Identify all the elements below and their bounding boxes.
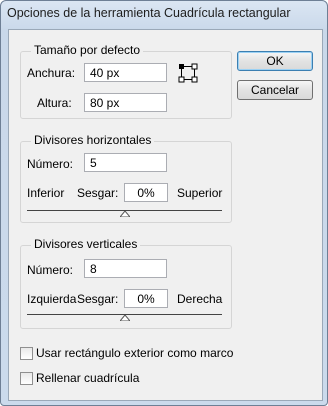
width-label: Anchura: [27,66,76,80]
horizontal-dividers-legend: Divisores horizontales [31,133,155,147]
outer-rect-checkbox[interactable] [20,347,33,360]
height-label: Altura: [37,96,72,110]
horizontal-number-input[interactable]: 5 [84,153,167,172]
outer-rect-label[interactable]: Usar rectángulo exterior como marco [36,346,233,360]
vertical-dividers-legend: Divisores verticales [31,237,141,251]
cancel-button[interactable]: Cancelar [237,80,313,100]
horizontal-skew-label: Sesgar: [77,186,119,200]
fill-grid-checkbox[interactable] [20,372,33,385]
fill-grid-label[interactable]: Rellenar cuadrícula [36,371,139,385]
horizontal-left-label: Inferior [27,186,65,200]
vertical-skew-label: Sesgar: [77,292,119,306]
vertical-right-label: Derecha [177,292,223,306]
horizontal-right-label: Superior [177,186,223,200]
horizontal-skew-slider-thumb[interactable] [120,211,130,217]
reference-point-icon[interactable] [177,62,199,84]
vertical-skew-slider-thumb[interactable] [120,315,130,321]
ok-button[interactable]: OK [237,51,313,71]
vertical-number-label: Número: [27,263,74,277]
vertical-skew-input[interactable]: 0% [124,289,168,308]
width-input[interactable]: 40 px [84,63,167,82]
horizontal-skew-input[interactable]: 0% [124,183,168,202]
height-input[interactable]: 80 px [84,93,167,112]
vertical-number-input[interactable]: 8 [84,259,167,278]
dialog-window: Opciones de la herramienta Cuadrícula re… [0,0,328,406]
window-title: Opciones de la herramienta Cuadrícula re… [7,6,291,20]
vertical-left-label: Izquierda [27,292,77,306]
default-size-legend: Tamaño por defecto [31,43,144,57]
dialog-client-area: Tamaño por defecto Anchura: 40 px Altura… [8,29,323,401]
horizontal-number-label: Número: [27,157,74,171]
